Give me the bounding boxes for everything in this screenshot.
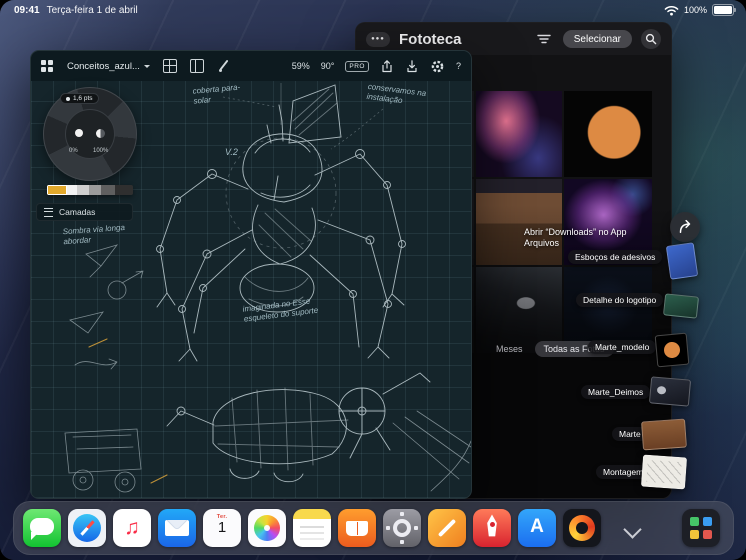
pen-icon[interactable] [217,59,231,73]
drag-item-label: Marte_modelo [588,340,657,354]
concepts-toolbar[interactable]: Conceitos_azul... 59% 90° PRO ? [31,51,471,81]
drag-item-thumbnail [648,376,692,407]
document-title: Conceitos_azul... [67,60,140,72]
pro-badge[interactable]: PRO [345,60,369,72]
calendar-day: 1 [217,519,227,536]
status-bar: 09:41 Terça-feira 1 de abril 100% [0,0,746,20]
app-library-icon[interactable] [682,509,720,547]
books-app-icon[interactable] [338,509,376,547]
status-indicators: 100% [664,4,736,16]
blend-mode-icon[interactable] [96,129,105,138]
share-forward-icon [679,219,691,233]
battery-icon [712,4,736,16]
multitask-menu-icon[interactable]: ●●● [366,31,390,47]
color-swatch[interactable] [115,185,133,195]
photos-app-title: Fototeca [399,30,462,48]
drag-item-label: Detalhe do logotipo [576,293,664,307]
drag-item-thumbnail [665,242,699,280]
photo-thumbnail-desert[interactable] [476,179,562,265]
search-icon[interactable] [641,29,661,49]
tab-months[interactable]: Meses [496,344,523,354]
drag-item-thumbnail [654,332,690,368]
mail-envelope-glyph [165,520,189,536]
status-date: Terça-feira 1 de abril [46,4,138,16]
drag-item-thumbnail [640,454,688,490]
battery-percentage: 100% [683,5,707,15]
drag-item-label: Esboços de adesivos [568,250,663,264]
gear-icon[interactable] [430,59,445,74]
color-swatch[interactable] [67,185,77,195]
photos-app-icon[interactable] [248,509,286,547]
help-icon[interactable]: ? [456,61,461,71]
ipad-screen: 09:41 Terça-feira 1 de abril 100% ●●● Fo… [0,0,746,560]
rotation-value[interactable]: 90° [321,61,335,71]
canvas-annotation: V.2 [225,147,238,157]
brush-tool-wheel[interactable]: 1,6 pts 0% 100% [43,87,137,181]
rocket-app-icon[interactable] [473,509,511,547]
layers-panel-title: Camadas [59,207,96,217]
color-swatch-bar [47,185,133,195]
calendar-app-icon[interactable]: Ter. 1 [203,509,241,547]
drop-hint-toast: Abrir “Downloads” no App Arquivos [524,227,627,249]
draw-app-icon[interactable] [428,509,466,547]
opacity-min-label: 0% [69,148,78,154]
grid-icon[interactable] [162,59,177,73]
clock: 09:41 [14,4,40,16]
photo-thumbnail-mars[interactable] [564,91,652,177]
import-icon[interactable] [405,59,419,74]
chevron-down-icon [143,64,150,71]
notes-app-icon[interactable] [293,509,331,547]
settings-app-icon[interactable] [383,509,421,547]
zoom-level[interactable]: 59% [292,61,310,71]
color-swatch[interactable] [89,185,101,195]
mail-flap [165,520,188,530]
opacity-max-label: 100% [93,148,109,154]
panels-icon[interactable] [189,59,204,73]
filter-icon[interactable] [534,29,554,49]
layers-panel-header[interactable]: Camadas [36,203,133,221]
share-forward-button[interactable] [670,212,700,242]
dock: ♫ Ter. 1 [13,501,734,555]
document-title-button[interactable]: Conceitos_azul... [67,61,150,72]
color-dot-icon[interactable] [75,129,83,137]
safari-app-icon[interactable] [68,509,106,547]
mail-app-icon[interactable] [158,509,196,547]
color-swatch[interactable] [77,185,89,195]
messages-app-icon[interactable] [23,509,61,547]
photo-thumbnail-nebula-pink[interactable] [476,91,562,177]
drag-item-thumbnail [641,418,687,451]
apps-grid-icon[interactable] [41,59,54,73]
brush-size-readout: 1,6 pts [60,93,99,104]
app-store-icon[interactable] [518,509,556,547]
music-app-icon[interactable]: ♫ [113,509,151,547]
swirl-browser-app-icon[interactable] [563,509,601,547]
hamburger-icon [44,207,53,217]
toolbar-left-group: Conceitos_azul... [41,59,231,73]
color-swatch[interactable] [101,185,115,195]
share-icon[interactable] [380,59,394,74]
concepts-window: Conceitos_azul... 59% 90° PRO ? coberta … [30,50,472,499]
chevron-down-icon[interactable] [623,520,642,539]
drag-item-thumbnail [662,293,700,319]
toolbar-right-group: 59% 90° PRO ? [292,59,461,74]
color-swatch[interactable] [47,185,67,195]
wifi-icon [664,6,679,16]
select-button[interactable]: Selecionar [562,30,632,48]
drag-item-label: Marte_Deimos [581,385,651,399]
